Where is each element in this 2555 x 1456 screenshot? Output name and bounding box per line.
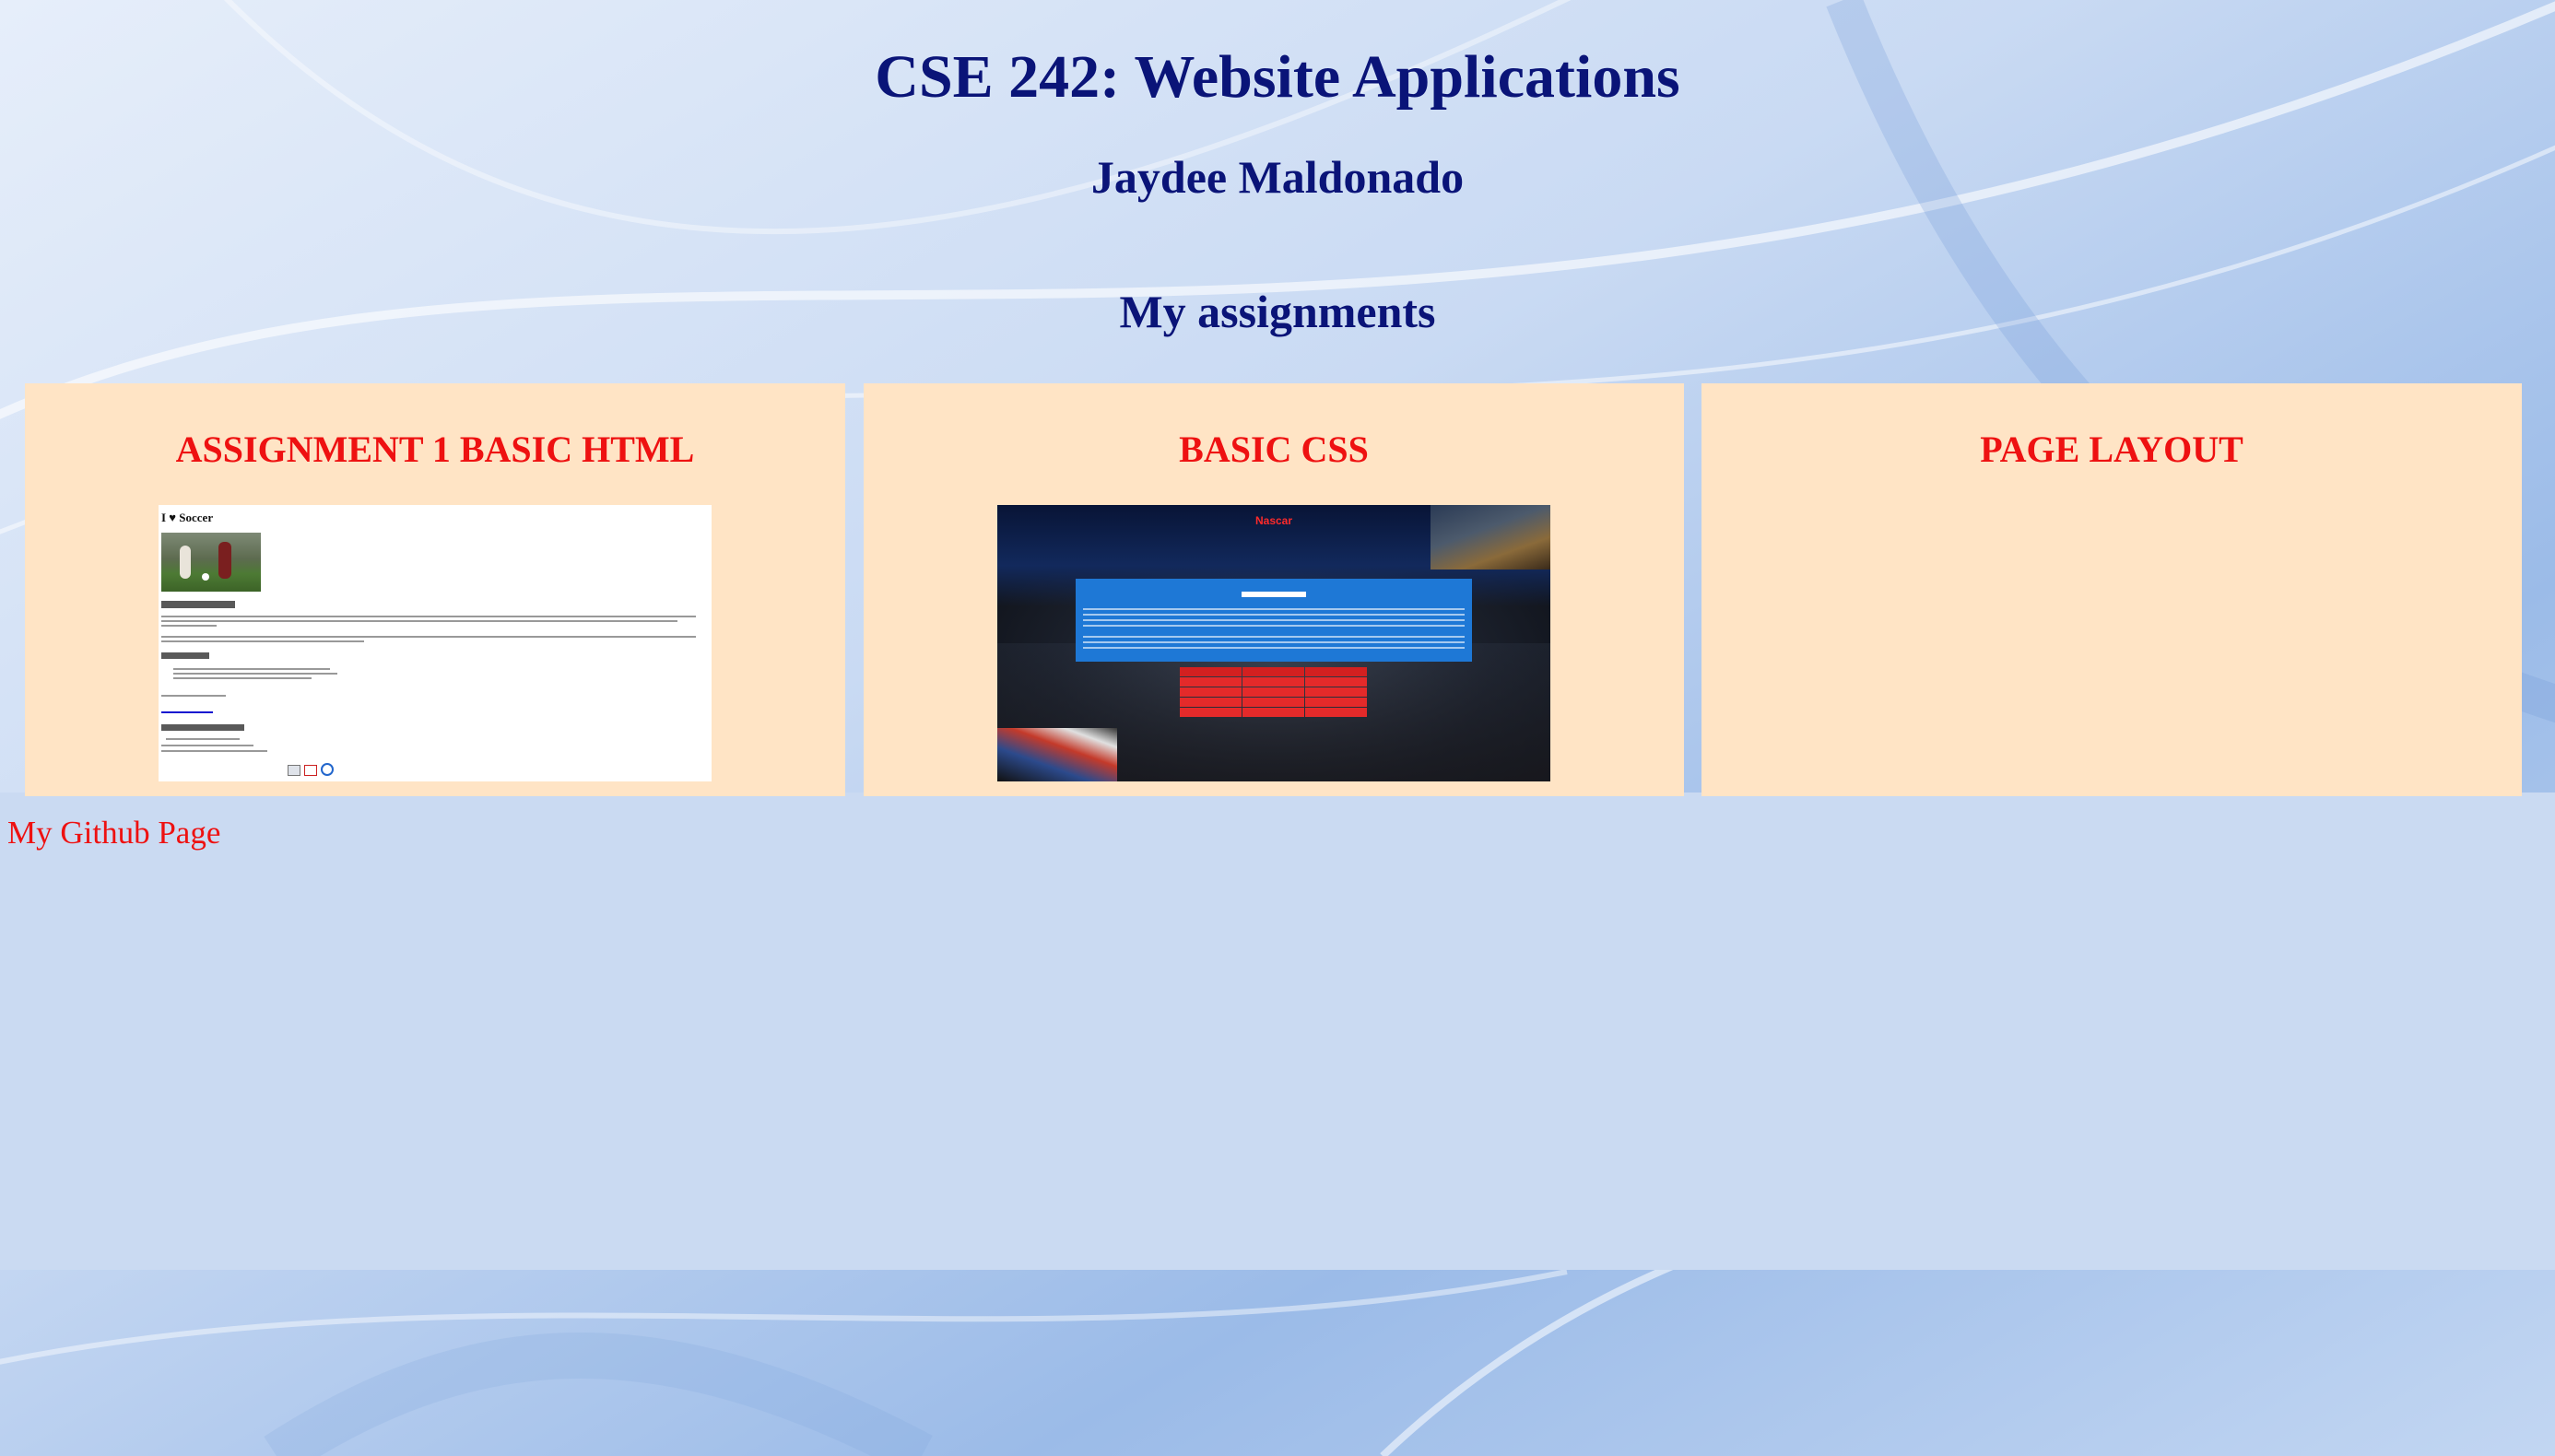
assignment-card-basic-css[interactable]: BASIC CSS Nascar [864, 383, 1684, 796]
assignment-card-page-layout[interactable]: PAGE LAYOUT [1701, 383, 2522, 796]
github-link[interactable]: My Github Page [7, 811, 220, 855]
assignment-thumbnail[interactable]: I ♥ Soccer [159, 505, 712, 781]
story-heading [1242, 592, 1306, 597]
assignment-title: BASIC CSS [1179, 429, 1369, 470]
thumbnail-subheading [161, 601, 235, 608]
section-heading: My assignments [1119, 286, 1436, 337]
page-content: CSE 242: Website Applications Jaydee Mal… [0, 0, 2555, 1270]
assignment-thumbnail[interactable]: Nascar [997, 505, 1550, 781]
author-name: Jaydee Maldonado [1090, 151, 1465, 203]
assignment-title: PAGE LAYOUT [1980, 429, 2243, 470]
thumbnail-link [161, 711, 213, 713]
tracks-table [1180, 667, 1368, 718]
race-cars-photo [997, 728, 1117, 781]
thumbnail-heading: I ♥ Soccer [161, 511, 214, 524]
assignment-title: ASSIGNMENT 1 BASIC HTML [175, 429, 695, 470]
league-logos [288, 763, 337, 781]
thumbnail-heading: Nascar [1254, 514, 1293, 527]
soccer-photo [161, 533, 261, 592]
page-title: CSE 242: Website Applications [875, 43, 1680, 111]
assignment-card-basic-html[interactable]: ASSIGNMENT 1 BASIC HTML I ♥ Soccer [25, 383, 845, 796]
story-box [1076, 579, 1472, 662]
